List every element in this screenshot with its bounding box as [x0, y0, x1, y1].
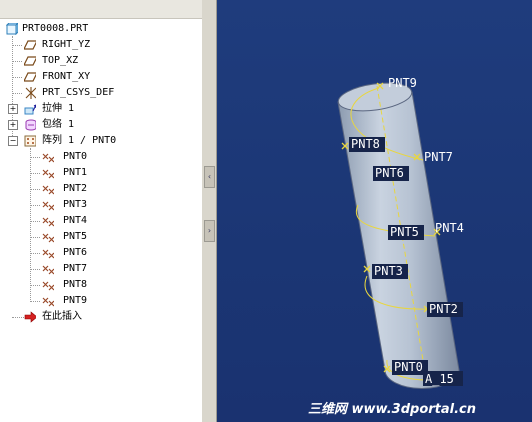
- expand-toggle[interactable]: +: [8, 120, 18, 130]
- tree-line: [30, 189, 40, 190]
- tree-line: [30, 269, 40, 270]
- insert-here-marker[interactable]: 在此插入: [24, 309, 194, 325]
- tree-root[interactable]: PRT0008.PRT: [4, 21, 194, 37]
- tree-item-point[interactable]: PNT0: [30, 149, 190, 165]
- datum-point-icon: [42, 217, 54, 227]
- datum-point-icon: [42, 281, 54, 291]
- datum-point-icon: [42, 297, 54, 307]
- tree-line: [30, 253, 40, 254]
- point-label: PNT3: [63, 199, 88, 210]
- datum-label: FRONT_XY: [42, 71, 91, 82]
- datum-point-icon: [42, 185, 54, 195]
- tree-item-front-xy[interactable]: FRONT_XY: [24, 69, 194, 85]
- point-label: PNT7: [424, 150, 453, 164]
- point-label: PNT5: [63, 231, 88, 242]
- tree-item-point[interactable]: PNT3: [30, 197, 190, 213]
- pattern-icon: [24, 135, 36, 147]
- tree-item-point[interactable]: PNT1: [30, 165, 190, 181]
- tree-item-point[interactable]: PNT8: [30, 277, 190, 293]
- point-label: PNT2: [429, 302, 458, 316]
- tree-line: [30, 221, 40, 222]
- datum-plane-icon: [24, 40, 36, 50]
- point-label: PNT9: [388, 76, 417, 90]
- tree-item-point[interactable]: PNT9: [30, 293, 190, 309]
- tree-item-point[interactable]: PNT6: [30, 245, 190, 261]
- point-label: PNT8: [63, 279, 88, 290]
- point-label: PNT6: [375, 166, 404, 180]
- expand-toggle[interactable]: +: [8, 104, 18, 114]
- tree-line: [30, 285, 40, 286]
- point-label: PNT8: [351, 137, 380, 151]
- datum-point-icon: [42, 249, 54, 259]
- point-label: PNT6: [63, 247, 88, 258]
- tree-header-strip: [0, 0, 202, 19]
- tree-line: [12, 93, 22, 94]
- tree-line: [12, 61, 22, 62]
- red-arrow-icon: [24, 311, 36, 323]
- expand-panel-button[interactable]: ›: [204, 220, 215, 242]
- axis-label: A_15: [425, 372, 454, 386]
- point-label: PNT5: [390, 225, 419, 239]
- model-tree-panel: PRT0008.PRT RIGHT_YZ TOP_XZ FRONT_XY PRT…: [0, 0, 203, 422]
- point-label: PNT2: [63, 183, 88, 194]
- tree-item-right-yz[interactable]: RIGHT_YZ: [24, 37, 194, 53]
- watermark: 三维网 www.3dportal.cn: [308, 402, 477, 417]
- datum-plane-icon: [24, 72, 36, 82]
- tree-line: [12, 317, 24, 318]
- collapse-panel-button[interactable]: ‹: [204, 166, 215, 188]
- datum-point-icon: [42, 233, 54, 243]
- feature-label: 拉伸 1: [42, 103, 75, 114]
- collapse-toggle[interactable]: −: [8, 136, 18, 146]
- point-label: PNT0: [394, 360, 423, 374]
- tree-line: [12, 77, 22, 78]
- datum-point-icon: [42, 153, 54, 163]
- datum-label: PRT_CSYS_DEF: [42, 87, 115, 98]
- point-label: PNT3: [374, 264, 403, 278]
- tree-item-point[interactable]: PNT4: [30, 213, 190, 229]
- tree-line: [12, 45, 22, 46]
- datum-point-icon: [42, 201, 54, 211]
- point-label: PNT0: [63, 151, 88, 162]
- feature-label: 包络 1: [42, 119, 75, 130]
- datum-point-icon: [42, 265, 54, 275]
- tree-item-pattern[interactable]: − 阵列 1 / PNT0: [6, 133, 196, 149]
- datum-label: RIGHT_YZ: [42, 39, 91, 50]
- part-icon: [6, 23, 18, 35]
- extrude-icon: [24, 104, 36, 115]
- tree-line: [30, 237, 40, 238]
- tree-line: [30, 301, 40, 302]
- tree-line: [30, 173, 40, 174]
- tree-item-csys[interactable]: PRT_CSYS_DEF: [24, 85, 194, 101]
- tree-line: [30, 205, 40, 206]
- tree-item-wrap[interactable]: + 包络 1: [6, 117, 196, 133]
- datum-label: TOP_XZ: [42, 55, 79, 66]
- panel-splitter[interactable]: ‹ ›: [202, 0, 217, 422]
- tree-item-point[interactable]: PNT5: [30, 229, 190, 245]
- point-label: PNT4: [435, 221, 464, 235]
- insert-here-label: 在此插入: [42, 311, 82, 322]
- tree-item-top-xz[interactable]: TOP_XZ: [24, 53, 194, 69]
- tree-line: [30, 157, 40, 158]
- coordinate-system-icon: [25, 87, 36, 99]
- root-label: PRT0008.PRT: [22, 23, 89, 34]
- model-graphics: PNT9 PNT8 PNT7 PNT6 PNT5 PNT4 PNT3 PNT2 PNT0A_15: [337, 76, 464, 389]
- datum-point-icon: [42, 169, 54, 179]
- tree-item-point[interactable]: PNT2: [30, 181, 190, 197]
- tree-item-point[interactable]: PNT7: [30, 261, 190, 277]
- point-label: PNT1: [63, 167, 88, 178]
- point-label: PNT9: [63, 295, 88, 306]
- datum-plane-icon: [24, 56, 36, 66]
- point-label: PNT4: [63, 215, 88, 226]
- graphics-viewport[interactable]: PNT9 PNT8 PNT7 PNT6 PNT5 PNT4 PNT3 PNT2 PNT0 A_15: [217, 0, 532, 422]
- feature-label: 阵列 1 / PNT0: [42, 135, 117, 146]
- tree-item-extrude[interactable]: + 拉伸 1: [6, 101, 196, 117]
- wrap-icon: [25, 119, 36, 131]
- point-label: PNT7: [63, 263, 88, 274]
